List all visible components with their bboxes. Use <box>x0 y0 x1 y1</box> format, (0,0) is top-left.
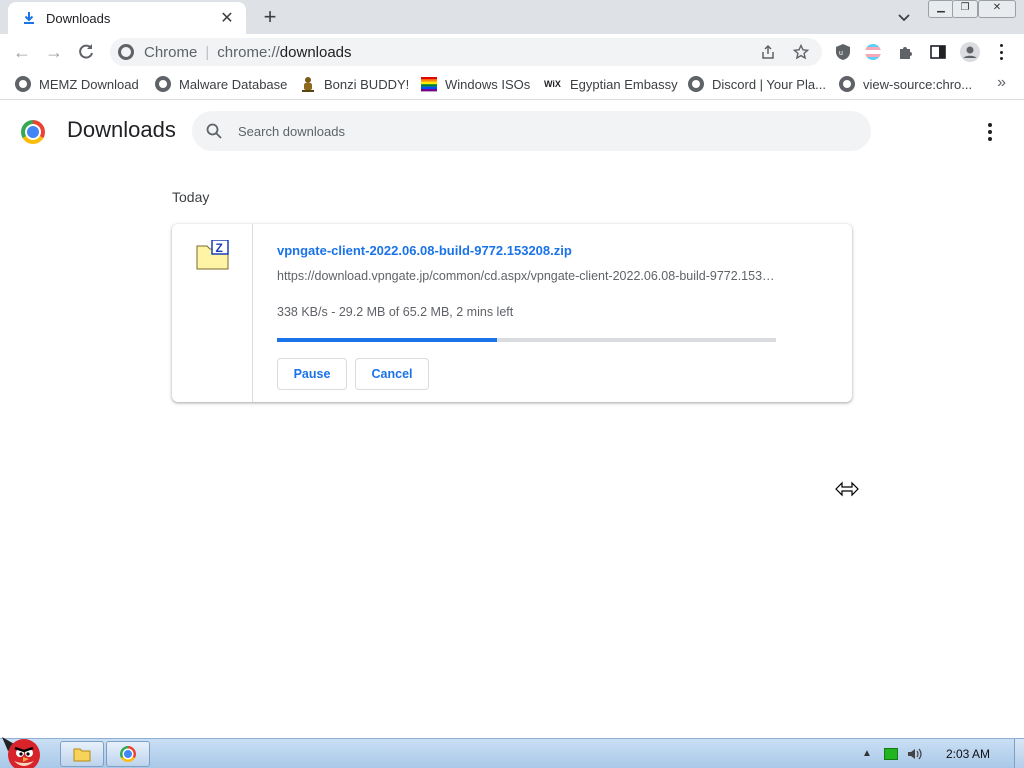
search-box[interactable] <box>192 111 871 151</box>
close-window-button[interactable]: ✕ <box>978 0 1016 18</box>
bookmark-star-icon[interactable] <box>793 44 809 60</box>
site-label: Chrome <box>144 43 198 61</box>
rainbow-flag-icon <box>421 77 437 92</box>
extensions-puzzle-icon[interactable] <box>897 43 915 61</box>
bookmark-egyptian-embassy[interactable]: WiX Egyptian Embassy <box>544 76 678 92</box>
download-item-card: Z vpngate-client-2022.06.08-build-9772.1… <box>172 224 852 402</box>
bookmark-malware-database[interactable]: Malware Database <box>155 76 287 92</box>
download-progress-fill <box>277 338 497 342</box>
cancel-button[interactable]: Cancel <box>355 358 429 390</box>
tray-expand-icon[interactable]: ▲ <box>862 748 872 759</box>
date-group-label: Today <box>172 189 210 205</box>
taskbar: ▲ 2:03 AM <box>0 737 1024 768</box>
tab-title: Downloads <box>46 10 111 26</box>
more-actions-kebab-icon[interactable] <box>980 123 1000 143</box>
url-text: chrome://downloads <box>217 43 352 61</box>
bookmarks-overflow-chevron-icon[interactable]: » <box>997 74 1006 92</box>
trans-flag-extension-icon[interactable] <box>864 43 882 61</box>
bookmark-memz-download[interactable]: MEMZ Download <box>15 76 139 92</box>
ublock-extension-icon[interactable]: u <box>834 43 852 61</box>
network-icon[interactable] <box>884 748 898 760</box>
chrome-taskbar-icon <box>120 746 136 762</box>
tab-search-chevron-down-icon[interactable] <box>895 8 913 26</box>
download-icon <box>24 12 34 24</box>
bookmark-bonzi-buddy[interactable]: Bonzi BUDDY! <box>300 76 409 92</box>
tab-close-icon[interactable]: ✕ <box>218 8 236 28</box>
globe-icon <box>155 76 171 92</box>
bonzi-icon <box>302 77 314 92</box>
address-bar[interactable]: Chrome | chrome://downloads <box>110 38 822 66</box>
downloads-header: Downloads <box>0 101 1024 161</box>
share-icon[interactable] <box>760 44 776 60</box>
tab-downloads[interactable]: Downloads ✕ <box>8 2 246 34</box>
svg-text:Z: Z <box>216 241 223 255</box>
file-name-link[interactable]: vpngate-client-2022.06.08-build-9772.153… <box>277 243 572 258</box>
search-input[interactable] <box>238 123 798 139</box>
globe-icon <box>839 76 855 92</box>
browser-toolbar: ← → Chrome | chrome://downloads u <box>0 34 1024 70</box>
system-clock[interactable]: 2:03 AM <box>946 747 990 761</box>
tab-strip: Downloads ✕ + ▁ ❐ ✕ <box>0 0 1024 34</box>
file-icon-column: Z <box>172 224 253 402</box>
pause-button[interactable]: Pause <box>277 358 347 390</box>
new-tab-button[interactable]: + <box>258 6 282 30</box>
download-status: 338 KB/s - 29.2 MB of 65.2 MB, 2 mins le… <box>277 305 514 319</box>
folder-icon <box>73 748 91 762</box>
source-url[interactable]: https://download.vpngate.jp/common/cd.as… <box>277 269 777 283</box>
profile-avatar-icon[interactable] <box>960 42 980 62</box>
zip-archive-icon: Z <box>196 240 229 270</box>
side-panel-icon[interactable] <box>929 43 947 61</box>
bookmark-discord[interactable]: Discord | Your Pla... <box>688 76 826 92</box>
reload-icon[interactable] <box>76 42 96 62</box>
download-progress-bar <box>277 338 776 342</box>
wix-icon: WiX <box>544 79 561 89</box>
globe-icon <box>688 76 704 92</box>
taskbar-explorer-button[interactable] <box>60 741 104 767</box>
restore-button[interactable]: ❐ <box>952 0 978 18</box>
taskbar-chrome-button[interactable] <box>106 741 150 767</box>
svg-text:u: u <box>839 50 843 57</box>
chrome-logo-icon <box>21 120 45 144</box>
omnibox-separator: | <box>205 43 210 61</box>
search-icon <box>206 123 222 139</box>
back-button[interactable]: ← <box>11 41 33 63</box>
page-title: Downloads <box>67 117 176 142</box>
chrome-site-icon <box>118 44 134 60</box>
globe-icon <box>15 76 31 92</box>
minimize-button[interactable]: ▁ <box>928 0 954 18</box>
forward-button[interactable]: → <box>43 41 65 63</box>
show-desktop-button[interactable] <box>1014 739 1024 768</box>
bookmark-view-source[interactable]: view-source:chro... <box>839 76 972 92</box>
bookmarks-bar: MEMZ Download Malware Database Bonzi BUD… <box>0 70 1024 100</box>
bookmark-windows-isos[interactable]: Windows ISOs <box>421 76 530 92</box>
volume-icon[interactable] <box>906 746 922 762</box>
resize-cursor-icon <box>835 481 859 497</box>
start-button-angry-bird-icon[interactable] <box>0 731 48 768</box>
chrome-menu-kebab-icon[interactable] <box>1000 44 1004 60</box>
